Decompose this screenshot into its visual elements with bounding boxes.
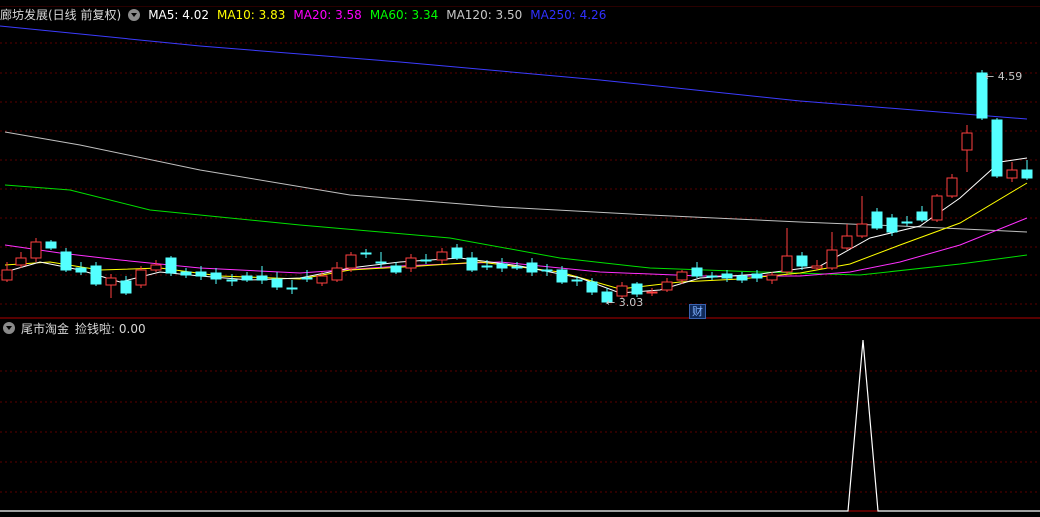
indicator-line (0, 339, 1040, 512)
candle-body (241, 275, 253, 281)
candlesticks (1, 70, 1033, 304)
ma60-line (4, 184, 1028, 276)
kline-chart[interactable] (0, 0, 1040, 517)
candle-body (15, 257, 27, 266)
indicator-value: 捡钱啦: 0.00 (75, 321, 146, 336)
ma250-line (0, 25, 1028, 120)
candle-body (165, 257, 177, 274)
candle-body (150, 264, 162, 271)
ma5-label: MA5: 4.02 (148, 8, 209, 22)
candle-body (1021, 169, 1033, 179)
candle-body (721, 273, 733, 279)
candle-body (316, 275, 328, 284)
candle-body (90, 265, 102, 285)
candle-body (451, 247, 463, 259)
stock-title[interactable]: 廊坊发展(日线 前复权) (0, 7, 121, 23)
candle-body (751, 273, 763, 279)
candle-body (616, 285, 628, 297)
candle-body (286, 287, 298, 290)
candle-body (811, 265, 823, 269)
candle-body (360, 252, 372, 255)
candle-body (511, 266, 523, 269)
candle-body (375, 261, 387, 264)
candle-body (331, 267, 343, 281)
candle-body (1, 269, 13, 281)
candle-body (135, 269, 147, 286)
candle-body (345, 254, 357, 269)
candle-body (496, 263, 508, 269)
candle-body (676, 271, 688, 281)
candle-body (180, 271, 192, 276)
candle-body (871, 211, 883, 229)
candle-body (826, 249, 838, 269)
candle-body (781, 255, 793, 273)
candle-body (120, 280, 132, 294)
high-price-marker: ← 4.59 (985, 70, 1023, 83)
candle-body (991, 119, 1003, 177)
candle-body (420, 259, 432, 262)
candle-body (541, 269, 553, 272)
candle-body (271, 278, 283, 288)
candle-body (736, 275, 748, 281)
candle-body (466, 257, 478, 271)
candle-body (256, 275, 268, 281)
candle-body (481, 265, 493, 268)
ma20-label: MA20: 3.58 (293, 8, 362, 22)
candle-body (60, 251, 72, 271)
dropdown-circle-icon[interactable] (128, 9, 141, 21)
chart-header: 廊坊发展(日线 前复权) MA5: 4.02 MA10: 3.83 MA20: … (0, 7, 614, 23)
candle-body (931, 195, 943, 221)
indicator-dropdown-icon[interactable] (3, 322, 15, 334)
candle-body (405, 257, 417, 269)
candle-body (646, 291, 658, 294)
candle-body (841, 235, 853, 249)
candle-body (390, 265, 402, 273)
moving-average-lines (0, 25, 1028, 294)
financial-report-badge[interactable]: 财 (689, 304, 706, 319)
candle-body (301, 277, 313, 280)
candle-body (961, 132, 973, 151)
ma250-label: MA250: 4.26 (530, 8, 607, 22)
indicator-header: 尾市淘金 捡钱啦: 0.00 (0, 320, 146, 336)
candle-body (766, 274, 778, 281)
candle-body (75, 267, 87, 273)
low-price-marker: ← 3.03 (606, 296, 644, 309)
candle-body (661, 281, 673, 291)
ma10-label: MA10: 3.83 (216, 8, 286, 22)
indicator-name[interactable]: 尾市淘金 (21, 320, 69, 337)
candle-body (30, 241, 42, 259)
candle-body (916, 211, 928, 221)
candle-body (946, 177, 958, 197)
ma120-label: MA120: 3.50 (446, 8, 523, 22)
candle-body (226, 279, 238, 282)
candle-body (556, 269, 568, 283)
candle-body (210, 272, 222, 280)
candle-body (571, 279, 583, 282)
ma60-label: MA60: 3.34 (369, 8, 439, 22)
candle-body (45, 241, 57, 249)
candle-body (856, 223, 868, 237)
candle-body (796, 255, 808, 267)
candle-body (901, 221, 913, 224)
candle-body (631, 283, 643, 295)
candle-body (195, 271, 207, 277)
indicator-spike (0, 339, 1040, 512)
candle-body (526, 262, 538, 273)
candle-body (691, 267, 703, 277)
grid-lines (0, 42, 1040, 512)
candle-body (586, 281, 598, 293)
candle-body (886, 217, 898, 233)
candle-body (706, 275, 718, 278)
candle-body (436, 251, 448, 261)
candle-body (1006, 169, 1018, 179)
candle-body (105, 277, 117, 286)
